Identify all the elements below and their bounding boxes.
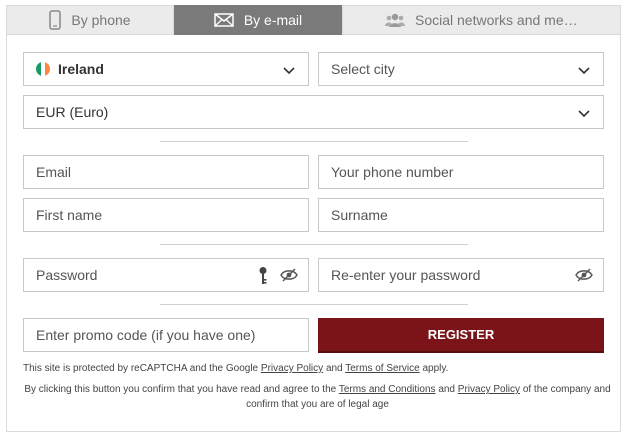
country-select[interactable]: Ireland	[23, 52, 309, 86]
registration-tabs: By phone By e-mail Social networks and m…	[6, 5, 621, 35]
ireland-flag-icon	[36, 62, 50, 76]
privacy-policy-link[interactable]: Privacy Policy	[261, 363, 323, 374]
recaptcha-and-text: and	[325, 363, 343, 374]
key-icon[interactable]	[258, 266, 268, 286]
first-name-placeholder: First name	[36, 207, 103, 223]
email-field[interactable]: Email	[23, 155, 309, 189]
terms-of-service-link[interactable]: Terms of Service	[345, 363, 419, 374]
first-name-field[interactable]: First name	[23, 198, 309, 232]
phone-number-placeholder: Your phone number	[331, 164, 454, 180]
recaptcha-text: This site is protected by reCAPTCHA and …	[23, 363, 259, 374]
surname-placeholder: Surname	[331, 207, 388, 223]
envelope-icon	[214, 13, 234, 27]
recaptcha-apply-text: apply.	[422, 363, 449, 374]
reenter-password-placeholder: Re-enter your password	[331, 267, 481, 283]
phone-number-field[interactable]: Your phone number	[318, 155, 604, 189]
tab-by-phone-label: By phone	[71, 12, 131, 28]
chevron-down-icon	[578, 110, 590, 118]
city-select-placeholder: Select city	[331, 61, 395, 77]
consent-and-text: and	[438, 384, 455, 395]
tab-social-networks[interactable]: Social networks and messengers	[342, 5, 621, 35]
section-divider	[160, 304, 468, 305]
city-select[interactable]: Select city	[318, 52, 604, 86]
promo-code-field[interactable]: Enter promo code (if you have one)	[23, 318, 309, 352]
password-field[interactable]: Password	[23, 258, 309, 292]
hide-password-icon[interactable]	[575, 268, 593, 282]
section-divider	[160, 141, 468, 142]
surname-field[interactable]: Surname	[318, 198, 604, 232]
tab-by-email[interactable]: By e-mail	[174, 5, 342, 35]
tab-social-networks-label: Social networks and messengers	[415, 12, 583, 28]
tab-by-phone[interactable]: By phone	[6, 5, 174, 35]
chevron-down-icon	[578, 67, 590, 75]
promo-code-placeholder: Enter promo code (if you have one)	[36, 327, 256, 343]
users-icon	[385, 13, 405, 27]
consent-text: By clicking this button you confirm that…	[24, 384, 337, 395]
phone-icon	[49, 10, 62, 30]
currency-select-value: EUR (Euro)	[36, 104, 109, 120]
country-select-value: Ireland	[58, 61, 104, 77]
register-button[interactable]: REGISTER	[318, 318, 604, 353]
terms-and-conditions-link[interactable]: Terms and Conditions	[339, 384, 436, 395]
hide-password-icon[interactable]	[280, 268, 298, 282]
privacy-policy-link[interactable]: Privacy Policy	[458, 384, 520, 395]
email-field-placeholder: Email	[36, 164, 72, 180]
reenter-password-field[interactable]: Re-enter your password	[318, 258, 604, 292]
section-divider	[160, 244, 468, 245]
currency-select[interactable]: EUR (Euro)	[23, 95, 604, 129]
consent-notice: By clicking this button you confirm that…	[20, 382, 615, 412]
chevron-down-icon	[283, 67, 295, 75]
password-placeholder: Password	[36, 267, 98, 283]
register-button-label: REGISTER	[427, 327, 495, 342]
tab-by-email-label: By e-mail	[243, 12, 303, 28]
recaptcha-notice: This site is protected by reCAPTCHA and …	[23, 361, 448, 376]
